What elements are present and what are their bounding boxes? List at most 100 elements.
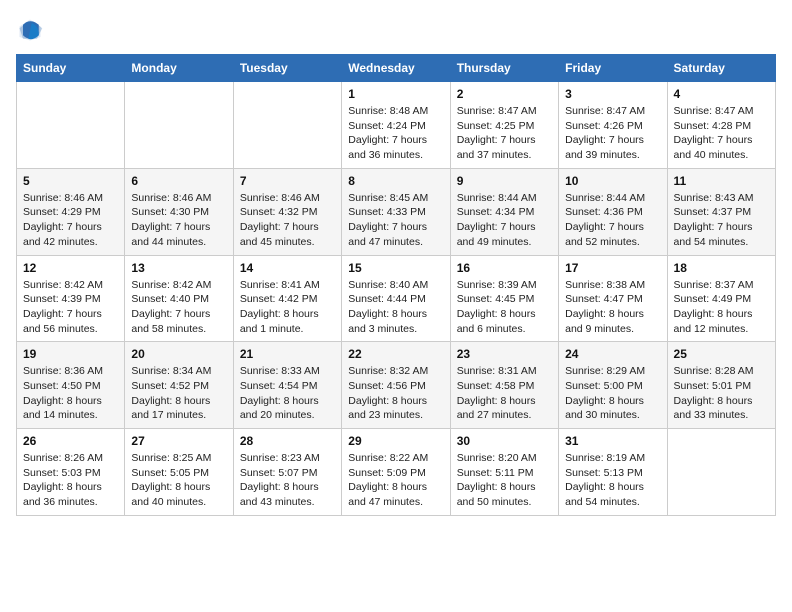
calendar-day-cell: 2Sunrise: 8:47 AMSunset: 4:25 PMDaylight…: [450, 82, 558, 169]
calendar-day-cell: 10 Sunrise: 8:44 AMSunset: 4:36 PMDayligh…: [559, 168, 667, 255]
day-info: Sunrise: 8:42 AMSunset: 4:39 PMDaylight:…: [23, 278, 118, 337]
day-info: Sunrise: 8:23 AMSunset: 5:07 PMDaylight:…: [240, 451, 335, 510]
day-number: 6: [131, 174, 226, 188]
day-info: Sunrise: 8:39 AMSunset: 4:45 PMDaylight:…: [457, 278, 552, 337]
calendar-day-cell: 20 Sunrise: 8:34 AMSunset: 4:52 PMDayligh…: [125, 342, 233, 429]
day-of-week-header: Friday: [559, 55, 667, 82]
day-number: 26: [23, 434, 118, 448]
calendar-day-cell: 26 Sunrise: 8:26 AMSunset: 5:03 PMDayligh…: [17, 429, 125, 516]
day-number: 12: [23, 261, 118, 275]
day-number: 20: [131, 347, 226, 361]
calendar-day-cell: 12 Sunrise: 8:42 AMSunset: 4:39 PMDayligh…: [17, 255, 125, 342]
day-info: Sunrise: 8:43 AMSunset: 4:37 PMDaylight:…: [674, 191, 769, 250]
day-number: 27: [131, 434, 226, 448]
day-info: Sunrise: 8:45 AMSunset: 4:33 PMDaylight:…: [348, 191, 443, 250]
day-of-week-header: Monday: [125, 55, 233, 82]
day-info: Sunrise: 8:25 AMSunset: 5:05 PMDaylight:…: [131, 451, 226, 510]
day-info: Sunrise: 8:40 AMSunset: 4:44 PMDaylight:…: [348, 278, 443, 337]
calendar-day-cell: 23Sunrise: 8:31 AMSunset: 4:58 PMDayligh…: [450, 342, 558, 429]
day-info: Sunrise: 8:46 AMSunset: 4:32 PMDaylight:…: [240, 191, 335, 250]
calendar-day-cell: [125, 82, 233, 169]
day-number: 17: [565, 261, 660, 275]
calendar-day-cell: 30 Sunrise: 8:20 AMSunset: 5:11 PMDayligh…: [450, 429, 558, 516]
day-info: Sunrise: 8:46 AMSunset: 4:29 PMDaylight:…: [23, 191, 118, 250]
day-of-week-header: Thursday: [450, 55, 558, 82]
calendar-day-cell: 9 Sunrise: 8:44 AMSunset: 4:34 PMDaylight…: [450, 168, 558, 255]
day-number: 8: [348, 174, 443, 188]
calendar-day-cell: 4 Sunrise: 8:47 AMSunset: 4:28 PMDaylight…: [667, 82, 775, 169]
day-info: Sunrise: 8:44 AMSunset: 4:36 PMDaylight:…: [565, 191, 660, 250]
calendar-day-cell: [17, 82, 125, 169]
day-of-week-header: Wednesday: [342, 55, 450, 82]
day-info: Sunrise: 8:46 AMSunset: 4:30 PMDaylight:…: [131, 191, 226, 250]
day-number: 10: [565, 174, 660, 188]
day-info: Sunrise: 8:20 AMSunset: 5:11 PMDaylight:…: [457, 451, 552, 510]
calendar-day-cell: 5 Sunrise: 8:46 AMSunset: 4:29 PMDaylight…: [17, 168, 125, 255]
calendar-day-cell: 21 Sunrise: 8:33 AMSunset: 4:54 PMDayligh…: [233, 342, 341, 429]
calendar-day-cell: 28 Sunrise: 8:23 AMSunset: 5:07 PMDayligh…: [233, 429, 341, 516]
calendar-day-cell: 24 Sunrise: 8:29 AMSunset: 5:00 PMDayligh…: [559, 342, 667, 429]
day-number: 31: [565, 434, 660, 448]
day-info: Sunrise: 8:33 AMSunset: 4:54 PMDaylight:…: [240, 364, 335, 423]
day-info: Sunrise: 8:28 AMSunset: 5:01 PMDaylight:…: [674, 364, 769, 423]
day-number: 9: [457, 174, 552, 188]
day-of-week-header: Saturday: [667, 55, 775, 82]
calendar-day-cell: 15 Sunrise: 8:40 AMSunset: 4:44 PMDayligh…: [342, 255, 450, 342]
day-info: Sunrise: 8:19 AMSunset: 5:13 PMDaylight:…: [565, 451, 660, 510]
calendar-day-cell: 11 Sunrise: 8:43 AMSunset: 4:37 PMDayligh…: [667, 168, 775, 255]
day-number: 19: [23, 347, 118, 361]
day-of-week-header: Sunday: [17, 55, 125, 82]
day-number: 15: [348, 261, 443, 275]
day-number: 23: [457, 347, 552, 361]
day-number: 13: [131, 261, 226, 275]
day-number: 4: [674, 87, 769, 101]
calendar: SundayMondayTuesdayWednesdayThursdayFrid…: [16, 54, 776, 516]
day-number: 24: [565, 347, 660, 361]
day-number: 14: [240, 261, 335, 275]
calendar-header-row: SundayMondayTuesdayWednesdayThursdayFrid…: [17, 55, 776, 82]
calendar-week-row: 12 Sunrise: 8:42 AMSunset: 4:39 PMDayligh…: [17, 255, 776, 342]
calendar-day-cell: 6 Sunrise: 8:46 AMSunset: 4:30 PMDaylight…: [125, 168, 233, 255]
day-number: 28: [240, 434, 335, 448]
day-info: Sunrise: 8:32 AMSunset: 4:56 PMDaylight:…: [348, 364, 443, 423]
day-number: 2: [457, 87, 552, 101]
logo: [16, 16, 48, 44]
calendar-day-cell: 8 Sunrise: 8:45 AMSunset: 4:33 PMDaylight…: [342, 168, 450, 255]
day-info: Sunrise: 8:42 AMSunset: 4:40 PMDaylight:…: [131, 278, 226, 337]
day-info: Sunrise: 8:26 AMSunset: 5:03 PMDaylight:…: [23, 451, 118, 510]
calendar-day-cell: 14 Sunrise: 8:41 AMSunset: 4:42 PMDayligh…: [233, 255, 341, 342]
calendar-week-row: 26 Sunrise: 8:26 AMSunset: 5:03 PMDayligh…: [17, 429, 776, 516]
page-header: [16, 16, 776, 44]
day-number: 7: [240, 174, 335, 188]
day-info: Sunrise: 8:47 AMSunset: 4:26 PMDaylight:…: [565, 104, 660, 163]
calendar-day-cell: 3Sunrise: 8:47 AMSunset: 4:26 PMDaylight…: [559, 82, 667, 169]
day-number: 1: [348, 87, 443, 101]
day-info: Sunrise: 8:34 AMSunset: 4:52 PMDaylight:…: [131, 364, 226, 423]
calendar-day-cell: 1Sunrise: 8:48 AMSunset: 4:24 PMDaylight…: [342, 82, 450, 169]
calendar-day-cell: 18 Sunrise: 8:37 AMSunset: 4:49 PMDayligh…: [667, 255, 775, 342]
day-info: Sunrise: 8:22 AMSunset: 5:09 PMDaylight:…: [348, 451, 443, 510]
day-number: 11: [674, 174, 769, 188]
day-number: 18: [674, 261, 769, 275]
day-info: Sunrise: 8:47 AMSunset: 4:28 PMDaylight:…: [674, 104, 769, 163]
day-info: Sunrise: 8:37 AMSunset: 4:49 PMDaylight:…: [674, 278, 769, 337]
logo-icon: [16, 16, 44, 44]
day-info: Sunrise: 8:38 AMSunset: 4:47 PMDaylight:…: [565, 278, 660, 337]
calendar-week-row: 5 Sunrise: 8:46 AMSunset: 4:29 PMDaylight…: [17, 168, 776, 255]
calendar-day-cell: 7 Sunrise: 8:46 AMSunset: 4:32 PMDaylight…: [233, 168, 341, 255]
day-info: Sunrise: 8:44 AMSunset: 4:34 PMDaylight:…: [457, 191, 552, 250]
calendar-day-cell: 17 Sunrise: 8:38 AMSunset: 4:47 PMDayligh…: [559, 255, 667, 342]
calendar-day-cell: [233, 82, 341, 169]
day-info: Sunrise: 8:41 AMSunset: 4:42 PMDaylight:…: [240, 278, 335, 337]
calendar-day-cell: 31 Sunrise: 8:19 AMSunset: 5:13 PMDayligh…: [559, 429, 667, 516]
day-info: Sunrise: 8:36 AMSunset: 4:50 PMDaylight:…: [23, 364, 118, 423]
day-number: 29: [348, 434, 443, 448]
day-info: Sunrise: 8:29 AMSunset: 5:00 PMDaylight:…: [565, 364, 660, 423]
calendar-week-row: 19 Sunrise: 8:36 AMSunset: 4:50 PMDayligh…: [17, 342, 776, 429]
calendar-day-cell: 16Sunrise: 8:39 AMSunset: 4:45 PMDayligh…: [450, 255, 558, 342]
day-number: 21: [240, 347, 335, 361]
day-number: 30: [457, 434, 552, 448]
day-number: 5: [23, 174, 118, 188]
calendar-day-cell: 27 Sunrise: 8:25 AMSunset: 5:05 PMDayligh…: [125, 429, 233, 516]
calendar-week-row: 1Sunrise: 8:48 AMSunset: 4:24 PMDaylight…: [17, 82, 776, 169]
